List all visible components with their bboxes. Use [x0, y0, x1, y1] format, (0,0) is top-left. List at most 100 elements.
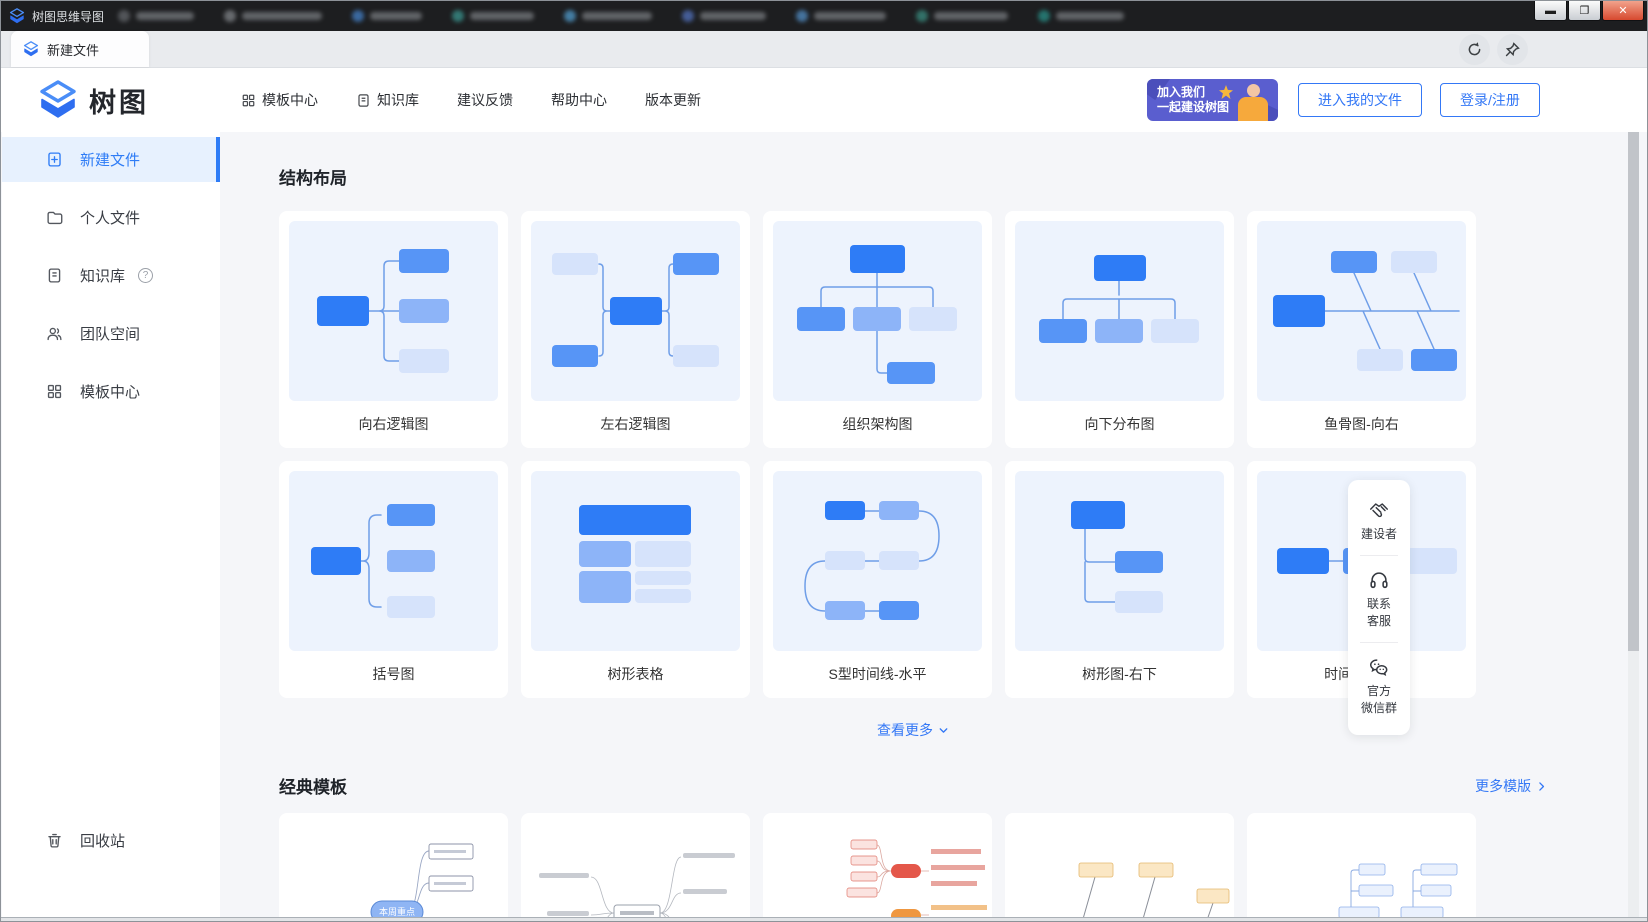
handshake-icon — [1368, 499, 1390, 521]
nav-feedback[interactable]: 建议反馈 — [457, 90, 513, 110]
titlebar-item[interactable] — [452, 10, 534, 22]
scrollbar-track[interactable] — [1628, 132, 1639, 917]
template-card-tree-bottom-right[interactable]: 树形图-右下 — [1005, 461, 1234, 698]
nav-template-center[interactable]: 模板中心 — [241, 90, 318, 110]
classic-template-card-3[interactable] — [763, 813, 992, 917]
maximize-button[interactable]: ❐ — [1568, 1, 1601, 21]
card-label: 向右逻辑图 — [289, 414, 498, 434]
diagram-tree-table — [531, 471, 740, 651]
document-icon — [356, 93, 371, 108]
window-bottom-frame — [1, 917, 1647, 921]
diagram-distribute-down — [1015, 221, 1224, 401]
sidebar-item-team-space[interactable]: 团队空间 — [2, 311, 220, 356]
more-templates-label: 更多模版 — [1475, 778, 1531, 794]
template-card-fishbone-right[interactable]: 鱼骨图-向右 — [1247, 211, 1476, 448]
sidebar-item-template-center[interactable]: 模板中心 — [2, 369, 220, 414]
template-card-distribute-down[interactable]: 向下分布图 — [1005, 211, 1234, 448]
app-header: 树图 模板中心 知识库 建议反馈 帮助中心 版本更新 — [1, 68, 1647, 132]
brand[interactable]: 树图 — [37, 80, 149, 120]
official-wechat-item[interactable]: 官方 微信群 — [1348, 643, 1410, 729]
classic-template-card-2[interactable] — [521, 813, 750, 917]
builder-label: 建设者 — [1361, 526, 1397, 543]
minimize-button[interactable]: ▬ — [1534, 1, 1567, 21]
diagram-tree-bottom-right — [1015, 471, 1224, 651]
nav-label: 版本更新 — [645, 90, 701, 110]
folder-icon — [46, 209, 63, 226]
pin-icon — [1504, 41, 1521, 58]
document-icon — [46, 267, 63, 284]
window-title: 树图思维导图 — [32, 8, 104, 25]
nav-version-update[interactable]: 版本更新 — [645, 90, 701, 110]
tab-label: 新建文件 — [47, 40, 99, 59]
join-us-banner[interactable]: 加入我们 一起建设树图 — [1147, 79, 1278, 121]
preview-center-node-label: 本周重点 — [379, 906, 415, 917]
classic-template-card-5[interactable] — [1247, 813, 1476, 917]
sidebar-item-recycle-bin[interactable]: 回收站 — [2, 818, 220, 863]
sidebar-item-personal-files[interactable]: 个人文件 — [2, 195, 220, 240]
nav-label: 帮助中心 — [551, 90, 607, 110]
card-label: S型时间线-水平 — [773, 664, 982, 684]
close-button[interactable]: ✕ — [1602, 1, 1644, 21]
brand-name: 树图 — [89, 81, 149, 120]
classic-template-card-1[interactable]: 本周重点 — [279, 813, 508, 917]
wechat-label-line2: 微信群 — [1361, 700, 1397, 717]
help-icon[interactable]: ? — [138, 268, 153, 283]
template-card-bracket[interactable]: 括号图 — [279, 461, 508, 698]
sidebar-item-label: 模板中心 — [80, 381, 140, 402]
template-card-s-timeline[interactable]: S型时间线-水平 — [763, 461, 992, 698]
titlebar-item[interactable] — [352, 10, 422, 22]
card-label: 向下分布图 — [1015, 414, 1224, 434]
titlebar: 树图思维导图 ▬ ❐ ✕ — [1, 1, 1647, 31]
diagram-bracket — [289, 471, 498, 651]
titlebar-item[interactable] — [1038, 10, 1124, 22]
nav-label: 建议反馈 — [457, 90, 513, 110]
sidebar-item-label: 知识库 — [80, 265, 125, 286]
refresh-button[interactable] — [1459, 34, 1490, 65]
sidebar-item-label: 新建文件 — [80, 149, 140, 170]
card-label: 树形图-右下 — [1015, 664, 1224, 684]
app-body: 新建文件 个人文件 知识库 ? 团队空间 模板中心 回收站 — [2, 132, 1646, 917]
classic-template-card-4[interactable] — [1005, 813, 1234, 917]
sidebar-item-knowledge-base[interactable]: 知识库 ? — [2, 253, 220, 298]
classic-preview-personal-growth — [521, 813, 750, 917]
login-register-button[interactable]: 登录/注册 — [1440, 83, 1540, 117]
titlebar-item[interactable] — [224, 10, 322, 22]
sidebar-item-new-file[interactable]: 新建文件 — [2, 137, 220, 182]
titlebar-item[interactable] — [916, 10, 1008, 22]
classic-preview-colorful-mindmap — [763, 813, 992, 917]
nav-help-center[interactable]: 帮助中心 — [551, 90, 607, 110]
nav-knowledge-base[interactable]: 知识库 — [356, 90, 419, 110]
wechat-label-line1: 官方 — [1367, 683, 1391, 700]
builder-item[interactable]: 建设者 — [1348, 486, 1410, 555]
card-label: 树形表格 — [531, 664, 740, 684]
my-files-button[interactable]: 进入我的文件 — [1298, 83, 1422, 117]
pin-button[interactable] — [1497, 34, 1528, 65]
titlebar-item[interactable] — [118, 10, 194, 22]
diagram-org-chart — [773, 221, 982, 401]
sidebar: 新建文件 个人文件 知识库 ? 团队空间 模板中心 回收站 — [2, 132, 220, 917]
card-label: 鱼骨图-向右 — [1257, 414, 1466, 434]
template-card-logic-both[interactable]: 左右逻辑图 — [521, 211, 750, 448]
team-icon — [46, 325, 63, 342]
titlebar-item[interactable] — [796, 10, 886, 22]
titlebar-item[interactable] — [682, 10, 766, 22]
grid-icon — [241, 93, 256, 108]
chevron-right-icon — [1535, 780, 1548, 793]
view-more-label: 查看更多 — [877, 722, 933, 738]
classic-section-header: 经典模板 更多模版 — [279, 773, 1548, 798]
more-templates-link[interactable]: 更多模版 — [1475, 776, 1548, 796]
header-right: 加入我们 一起建设树图 进入我的文件 登录/注册 — [1147, 79, 1540, 121]
classic-card-grid: 本周重点 — [279, 813, 1476, 917]
support-label-line2: 客服 — [1367, 613, 1391, 630]
contact-support-item[interactable]: 联系 客服 — [1348, 556, 1410, 642]
scrollbar-thumb[interactable] — [1628, 132, 1639, 651]
section-title-classic: 经典模板 — [279, 773, 347, 798]
tab-bar: 新建文件 — [1, 31, 1647, 68]
tab-new-file[interactable]: 新建文件 — [11, 31, 149, 67]
titlebar-item[interactable] — [564, 10, 652, 22]
chevron-down-icon — [937, 724, 950, 737]
template-card-tree-table[interactable]: 树形表格 — [521, 461, 750, 698]
sidebar-item-label: 个人文件 — [80, 207, 140, 228]
template-card-org-chart[interactable]: 组织架构图 — [763, 211, 992, 448]
template-card-logic-right[interactable]: 向右逻辑图 — [279, 211, 508, 448]
